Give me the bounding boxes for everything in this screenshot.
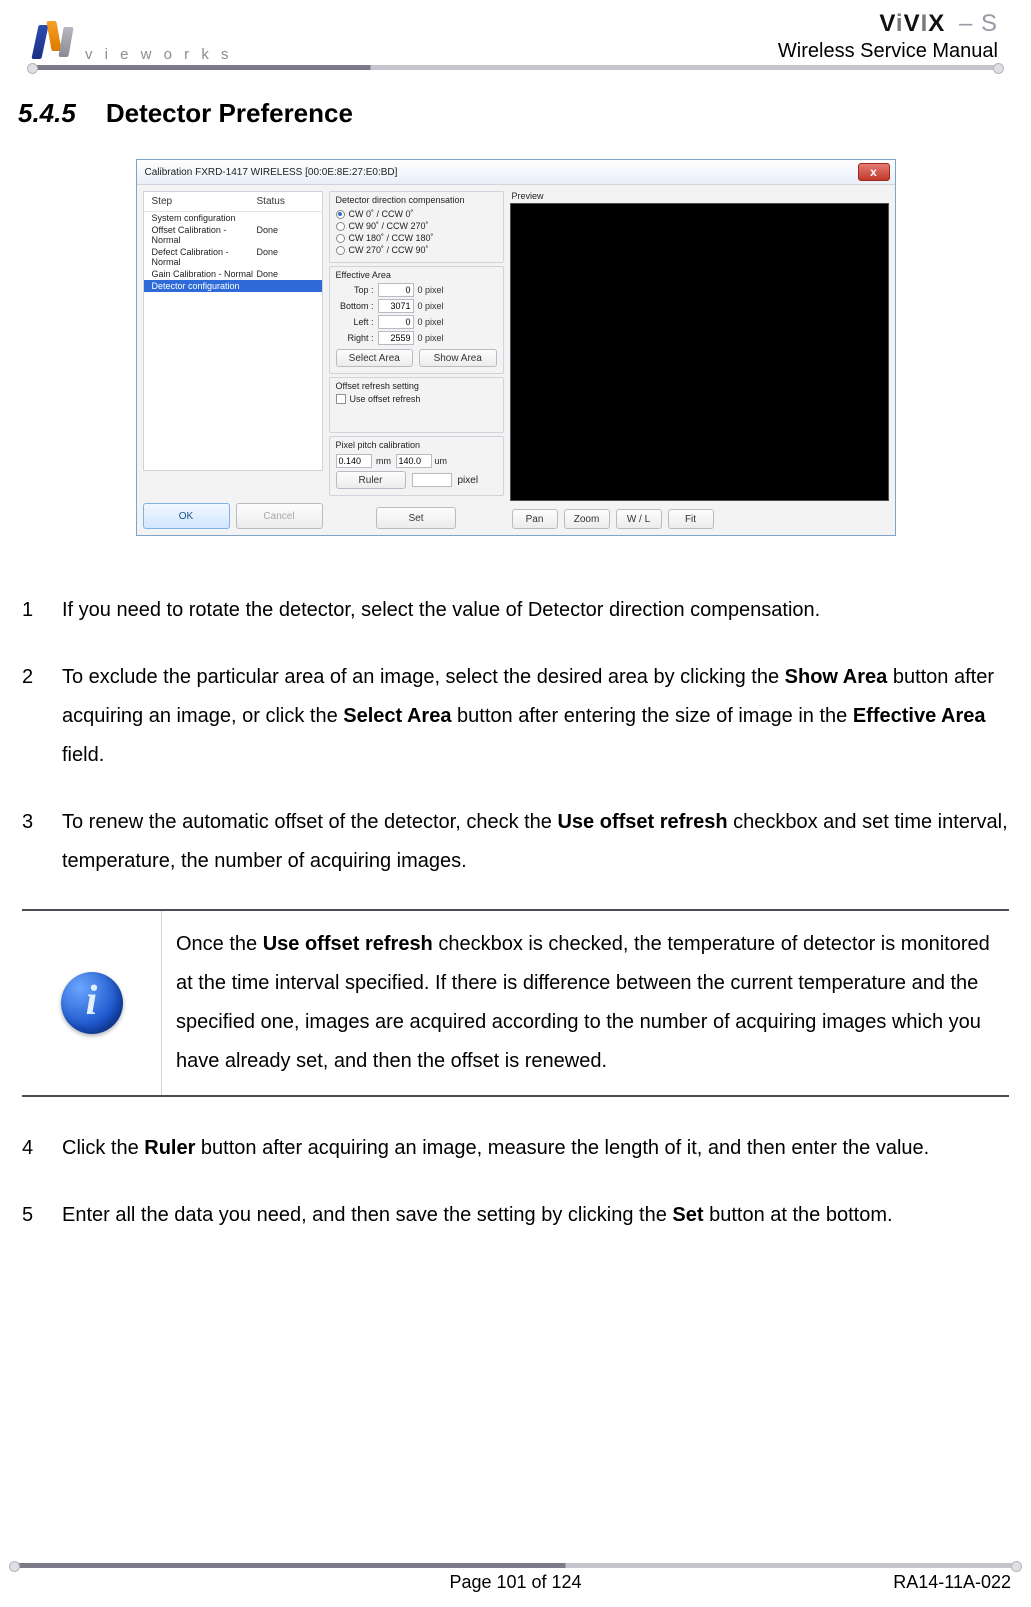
- header-right: ViVIX – S Wireless Service Manual: [778, 10, 998, 63]
- instruction-list: 1 If you need to rotate the detector, se…: [22, 591, 1009, 881]
- instruction-item: 4 Click the Ruler button after acquiring…: [22, 1129, 1009, 1168]
- step-header: Step: [152, 196, 257, 207]
- page-footer: Page 101 of 124 RA14-11A-022: [0, 1563, 1031, 1593]
- zoom-button[interactable]: Zoom: [564, 509, 610, 529]
- ruler-button[interactable]: Ruler: [336, 471, 406, 489]
- page-header: v i e w o r k s ViVIX – S Wireless Servi…: [18, 0, 1013, 63]
- doc-title: Wireless Service Manual: [778, 40, 998, 63]
- instruction-list-2: 4 Click the Ruler button after acquiring…: [22, 1129, 1009, 1235]
- vieworks-logo-text: v i e w o r k s: [85, 46, 233, 63]
- ea-left-input[interactable]: [378, 315, 414, 329]
- ea-right-input[interactable]: [378, 331, 414, 345]
- direction-option[interactable]: CW 0˚ / CCW 0˚: [336, 208, 497, 220]
- section-number: 5.4.5: [18, 98, 76, 129]
- radio-icon: [336, 234, 345, 243]
- offset-refresh-group: Offset refresh setting Use offset refres…: [329, 377, 504, 433]
- wl-button[interactable]: W / L: [616, 509, 662, 529]
- set-button[interactable]: Set: [376, 507, 456, 529]
- direction-option[interactable]: CW 90˚ / CCW 270˚: [336, 220, 497, 232]
- offset-refresh-title: Offset refresh setting: [336, 381, 497, 391]
- step-row[interactable]: Gain Calibration - NormalDone: [144, 268, 322, 280]
- select-area-button[interactable]: Select Area: [336, 349, 414, 367]
- effective-area-title: Effective Area: [336, 270, 497, 280]
- pan-button[interactable]: Pan: [512, 509, 558, 529]
- preview-area[interactable]: [510, 203, 889, 501]
- footer-rule: [15, 1563, 1016, 1568]
- pixel-pitch-group: Pixel pitch calibration mm um Ruler pixe…: [329, 436, 504, 496]
- info-text: Once the Use offset refresh checkbox is …: [162, 911, 1009, 1095]
- radio-icon: [336, 246, 345, 255]
- dialog-title: Calibration FXRD-1417 WIRELESS [00:0E:8E…: [145, 167, 398, 178]
- info-callout: i Once the Use offset refresh checkbox i…: [22, 909, 1009, 1097]
- header-rule: [33, 65, 998, 70]
- close-button[interactable]: x: [858, 163, 890, 181]
- instruction-item: 5 Enter all the data you need, and then …: [22, 1196, 1009, 1235]
- direction-title: Detector direction compensation: [336, 195, 497, 205]
- vieworks-mark-icon: [33, 21, 79, 63]
- footer-page: Page 101 of 124: [0, 1572, 1031, 1593]
- section-heading: 5.4.5 Detector Preference: [18, 98, 1013, 129]
- instruction-item: 3 To renew the automatic offset of the d…: [22, 803, 1009, 881]
- ok-button[interactable]: OK: [143, 503, 230, 529]
- step-row[interactable]: Defect Calibration - NormalDone: [144, 246, 322, 268]
- ea-bottom-input[interactable]: [378, 299, 414, 313]
- info-icon: i: [61, 972, 123, 1034]
- direction-option[interactable]: CW 270˚ / CCW 90˚: [336, 244, 497, 256]
- pixel-pitch-title: Pixel pitch calibration: [336, 440, 497, 450]
- ruler-pixel-input[interactable]: [412, 473, 452, 487]
- preview-label: Preview: [512, 191, 889, 201]
- effective-area-group: Effective Area Top :0 pixel Bottom :0 pi…: [329, 266, 504, 374]
- calibration-dialog: Calibration FXRD-1417 WIRELESS [00:0E:8E…: [136, 159, 896, 536]
- step-row[interactable]: Offset Calibration - NormalDone: [144, 224, 322, 246]
- direction-group: Detector direction compensation CW 0˚ / …: [329, 191, 504, 263]
- checkbox-icon: [336, 394, 346, 404]
- dialog-titlebar: Calibration FXRD-1417 WIRELESS [00:0E:8E…: [137, 160, 895, 185]
- ea-top-input[interactable]: [378, 283, 414, 297]
- step-row[interactable]: System configuration: [144, 212, 322, 224]
- instruction-item: 1 If you need to rotate the detector, se…: [22, 591, 1009, 630]
- radio-icon: [336, 210, 345, 219]
- show-area-button[interactable]: Show Area: [419, 349, 497, 367]
- instruction-item: 2 To exclude the particular area of an i…: [22, 658, 1009, 775]
- step-list[interactable]: Step Status System configuration Offset …: [143, 191, 323, 471]
- direction-option[interactable]: CW 180˚ / CCW 180˚: [336, 232, 497, 244]
- use-offset-refresh-checkbox[interactable]: Use offset refresh: [336, 394, 497, 404]
- mm-input[interactable]: [336, 454, 372, 468]
- fit-button[interactable]: Fit: [668, 509, 714, 529]
- vieworks-logo: v i e w o r k s: [33, 21, 233, 63]
- product-brand: ViVIX – S: [778, 10, 998, 38]
- step-row[interactable]: Detector configuration: [144, 280, 322, 292]
- cancel-button[interactable]: Cancel: [236, 503, 323, 529]
- radio-icon: [336, 222, 345, 231]
- status-header: Status: [257, 196, 285, 207]
- um-input[interactable]: [396, 454, 432, 468]
- section-title: Detector Preference: [106, 98, 353, 129]
